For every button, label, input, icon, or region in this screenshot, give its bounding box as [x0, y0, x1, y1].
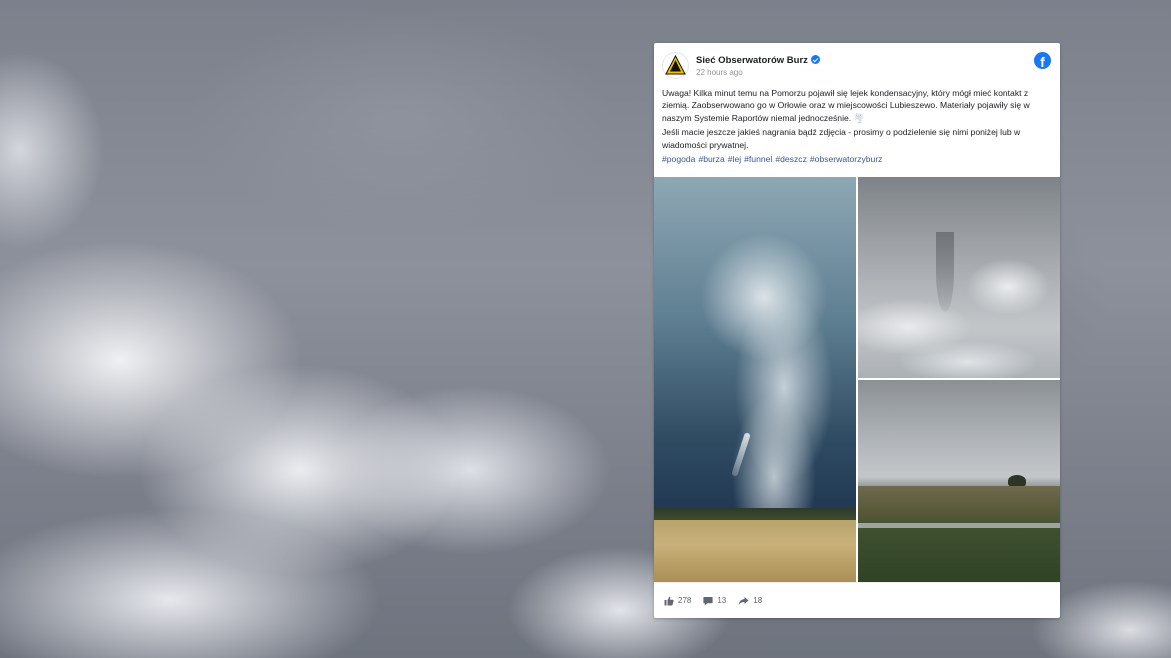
wheat-field — [654, 520, 856, 582]
hashtag-link[interactable]: #deszcz — [775, 154, 807, 164]
funnel-cloud — [936, 232, 954, 312]
facebook-post-card: Sieć Obserwatorów Burz 22 hours ago f Uw… — [654, 43, 1060, 618]
page-name[interactable]: Sieć Obserwatorów Burz — [696, 55, 820, 66]
page-avatar[interactable] — [662, 52, 689, 79]
share-action[interactable]: 18 — [738, 596, 762, 606]
hashtag-link[interactable]: #burza — [698, 154, 724, 164]
shares-count: 18 — [753, 596, 763, 605]
hashtag-link[interactable]: #funnel — [744, 154, 772, 164]
reactions-count: 278 — [678, 596, 692, 605]
facebook-icon[interactable]: f — [1034, 52, 1051, 69]
post-actions-bar: 278 13 18 — [654, 582, 1060, 618]
hashtag-link[interactable]: #lej — [728, 154, 741, 164]
page-name-label[interactable]: Sieć Obserwatorów Burz — [696, 55, 808, 66]
post-timestamp[interactable]: 22 hours ago — [696, 68, 743, 77]
photo-grid — [654, 177, 1060, 582]
hashtag-link[interactable]: #pogoda — [662, 154, 695, 164]
post-paragraph: Uwaga! Kilka minut temu na Pomorzu pojaw… — [662, 88, 1030, 123]
comment-icon — [703, 596, 713, 605]
verified-badge-icon — [810, 55, 820, 64]
comment-action[interactable]: 13 — [703, 596, 726, 606]
road — [858, 523, 1060, 528]
post-body: Uwaga! Kilka minut temu na Pomorzu pojaw… — [662, 87, 1052, 167]
hashtag-link[interactable]: #obserwatorzyburz — [810, 154, 883, 164]
photo-funnel-cloud[interactable] — [858, 177, 1060, 378]
photo-storm-cloud-field[interactable] — [654, 177, 856, 582]
warning-triangle-logo-icon — [665, 55, 686, 75]
post-paragraph: Jeśli macie jeszcze jakieś nagrania bądź… — [662, 127, 1021, 150]
thumbs-up-icon — [664, 596, 674, 605]
photo-distant-funnel[interactable] — [858, 380, 1060, 582]
share-arrow-icon — [738, 596, 749, 605]
hashtag-list: #pogoda #burza #lej #funnel #deszcz #obserwat… — [662, 153, 1052, 165]
post-header: Sieć Obserwatorów Burz 22 hours ago f — [662, 52, 1052, 80]
like-action[interactable]: 278 — [664, 596, 691, 606]
funnel-cloud — [731, 432, 751, 477]
comments-count: 13 — [717, 596, 727, 605]
green-field — [858, 486, 1060, 582]
